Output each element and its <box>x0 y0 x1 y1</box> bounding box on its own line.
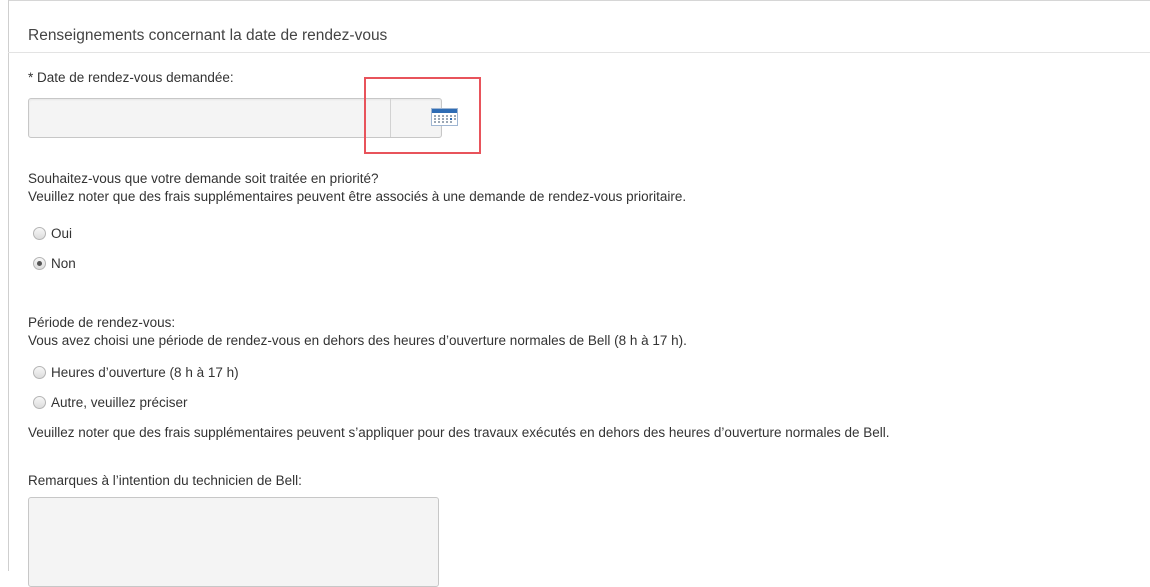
period-option-business-hours[interactable]: Heures d’ouverture (8 h à 17 h) <box>33 365 239 380</box>
priority-option-non[interactable]: Non <box>33 256 76 271</box>
radio-other[interactable] <box>33 396 46 409</box>
radio-oui-label: Oui <box>51 226 73 241</box>
priority-question: Souhaitez-vous que votre demande soit tr… <box>28 171 379 186</box>
radio-business-hours-label: Heures d’ouverture (8 h à 17 h) <box>51 365 239 380</box>
period-note: Vous avez choisi une période de rendez-v… <box>28 333 687 348</box>
highlight-box <box>364 77 481 154</box>
section-divider <box>8 52 1150 53</box>
radio-non-label: Non <box>51 256 76 271</box>
radio-business-hours[interactable] <box>33 366 46 379</box>
priority-note: Veuillez noter que des frais supplémenta… <box>28 189 687 204</box>
radio-non[interactable] <box>33 257 46 270</box>
period-label: Période de rendez-vous: <box>28 315 176 330</box>
frame-left-border <box>8 0 9 571</box>
priority-option-oui[interactable]: Oui <box>33 226 72 241</box>
period-footnote: Veuillez noter que des frais supplémenta… <box>28 425 890 440</box>
frame-top-border <box>8 0 1150 1</box>
period-option-other[interactable]: Autre, veuillez préciser <box>33 395 188 410</box>
date-label: * Date de rendez-vous demandée: <box>28 70 234 85</box>
remarks-label: Remarques à l’intention du technicien de… <box>28 473 302 488</box>
remarks-textarea[interactable] <box>28 497 439 587</box>
radio-oui[interactable] <box>33 227 46 240</box>
radio-other-label: Autre, veuillez préciser <box>51 395 188 410</box>
section-title: Renseignements concernant la date de ren… <box>28 27 388 44</box>
